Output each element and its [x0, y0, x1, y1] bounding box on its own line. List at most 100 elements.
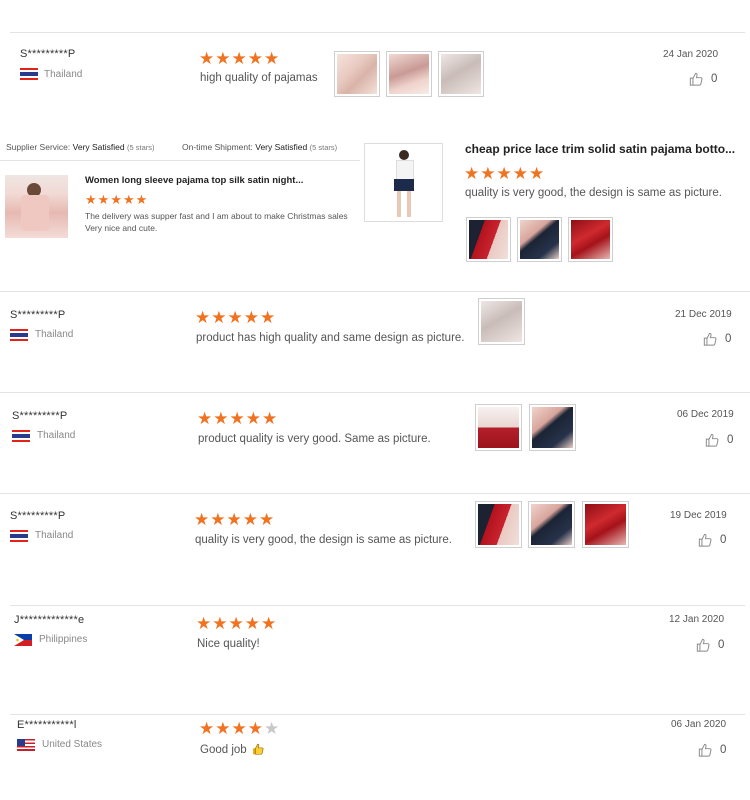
review-photo[interactable] — [529, 404, 576, 451]
star-icon: ★ — [226, 510, 242, 529]
helpful-button[interactable]: 0 — [689, 72, 717, 86]
review-photo[interactable] — [568, 217, 613, 262]
star-icon: ★ — [135, 192, 148, 207]
star-icon: ★ — [213, 409, 229, 428]
review-photo[interactable] — [528, 501, 575, 548]
star-icon: ★ — [122, 192, 135, 207]
reviewer-country: Thailand — [35, 329, 74, 340]
philippines-flag-icon — [14, 634, 32, 646]
star-icon: ★ — [194, 510, 210, 529]
thailand-flag-icon — [12, 430, 30, 442]
shipment-stars: (5 stars) — [309, 143, 338, 152]
star-icon: ★ — [199, 49, 215, 68]
review-photo[interactable] — [386, 51, 432, 97]
star-icon: ★ — [242, 510, 258, 529]
thailand-flag-icon — [10, 530, 28, 542]
thumbs-up-icon — [703, 332, 717, 346]
helpful-button[interactable]: 0 — [698, 743, 726, 757]
divider — [10, 714, 745, 715]
star-icon: ★ — [244, 614, 260, 633]
review-text: high quality of pajamas — [200, 72, 318, 84]
reviewer-name: S*********P — [20, 48, 76, 60]
star-icon: ★ — [215, 49, 231, 68]
product-title[interactable]: Women long sleeve pajama top silk satin … — [85, 175, 303, 186]
reviewer-country: Philippines — [39, 634, 88, 645]
review-photo[interactable] — [478, 298, 525, 345]
divider — [0, 493, 750, 494]
helpful-button[interactable]: 0 — [696, 638, 724, 652]
star-icon: ★ — [211, 308, 227, 327]
helpful-button[interactable]: 0 — [698, 533, 726, 547]
reviewer-country: Thailand — [37, 430, 76, 441]
review-date: 12 Jan 2020 — [669, 614, 725, 625]
helpful-count: 0 — [718, 639, 725, 651]
star-icon: ★ — [260, 308, 276, 327]
star-icon: ★ — [261, 614, 277, 633]
star-icon: ★ — [229, 409, 245, 428]
thailand-flag-icon — [20, 68, 38, 80]
rating-stars: ★ ★ ★ ★ ★ — [199, 720, 279, 737]
review-photo[interactable] — [475, 501, 522, 548]
product-review-text: quality is very good, the design is same… — [465, 187, 722, 199]
divider — [10, 605, 745, 606]
star-empty-icon: ★ — [264, 719, 280, 738]
reviewer-country: Thailand — [35, 530, 74, 541]
star-icon: ★ — [210, 510, 226, 529]
reviewer-name: S*********P — [12, 410, 68, 422]
star-icon: ★ — [245, 409, 261, 428]
product-title[interactable]: cheap price lace trim solid satin pajama… — [465, 142, 735, 156]
reviewer-name: S*********P — [10, 510, 66, 522]
supplier-service-value: Very Satisfied — [72, 142, 125, 152]
review-photo[interactable] — [582, 501, 629, 548]
reviewer-country: Thailand — [44, 69, 83, 80]
star-icon: ★ — [231, 49, 247, 68]
star-icon: ★ — [197, 409, 213, 428]
star-icon: ★ — [247, 49, 263, 68]
product-image[interactable] — [364, 143, 443, 222]
supplier-service-label: Supplier Service: — [6, 142, 71, 152]
helpful-button[interactable]: 0 — [703, 332, 731, 346]
review-photo[interactable] — [475, 404, 522, 451]
rating-stars: ★ ★ ★ ★ ★ — [197, 410, 277, 427]
shipment-rating: On-time Shipment: Very Satisfied (5 star… — [182, 142, 337, 152]
helpful-button[interactable]: 0 — [705, 433, 733, 447]
review-date: 06 Dec 2019 — [677, 409, 734, 420]
philippines-flag-triangle — [14, 634, 24, 646]
divider — [0, 291, 750, 292]
review-photo[interactable] — [466, 217, 511, 262]
star-icon: ★ — [215, 719, 231, 738]
review-text: Good job — [200, 743, 264, 756]
star-icon: ★ — [247, 719, 263, 738]
review-date: 21 Dec 2019 — [675, 309, 732, 320]
shipment-value: Very Satisfied — [255, 142, 308, 152]
thumbs-up-icon — [696, 638, 710, 652]
product-review-line: Very nice and cute. — [85, 223, 158, 233]
product-review-line: The delivery was supper fast and I am ab… — [85, 211, 348, 221]
star-icon: ★ — [529, 164, 545, 183]
rating-stars: ★ ★ ★ ★ ★ — [85, 193, 147, 206]
rating-stars: ★ ★ ★ ★ ★ — [194, 511, 274, 528]
review-photo[interactable] — [334, 51, 380, 97]
rating-stars: ★ ★ ★ ★ ★ — [196, 615, 276, 632]
review-text-content: Good job — [200, 744, 247, 756]
thumbs-up-icon — [698, 533, 712, 547]
star-icon: ★ — [231, 719, 247, 738]
star-icon: ★ — [228, 614, 244, 633]
united-states-flag-icon — [17, 739, 35, 751]
divider — [0, 392, 750, 393]
review-photo[interactable] — [438, 51, 484, 97]
product-image[interactable] — [5, 175, 68, 238]
review-photo[interactable] — [517, 217, 562, 262]
shipment-label: On-time Shipment: — [182, 142, 253, 152]
helpful-count: 0 — [711, 73, 718, 85]
rating-stars: ★ ★ ★ ★ ★ — [199, 50, 279, 67]
thumbs-up-emoji-icon — [252, 743, 264, 755]
review-text: quality is very good, the design is same… — [195, 534, 452, 546]
star-icon: ★ — [85, 192, 97, 207]
star-icon: ★ — [496, 164, 512, 183]
star-icon: ★ — [97, 192, 110, 207]
star-icon: ★ — [464, 164, 480, 183]
star-icon: ★ — [196, 614, 212, 633]
star-icon: ★ — [212, 614, 228, 633]
star-icon: ★ — [264, 49, 280, 68]
